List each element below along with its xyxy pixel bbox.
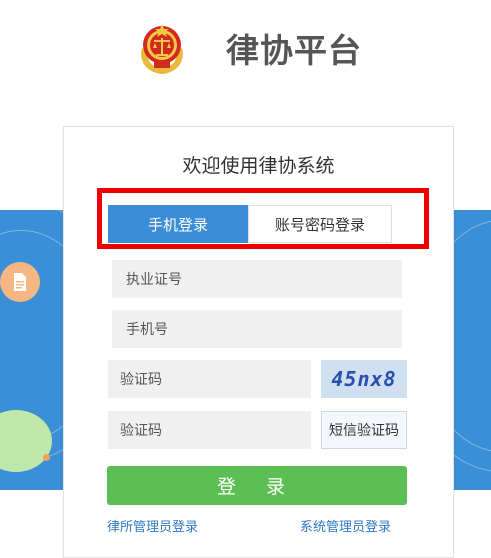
app-title: 律协平台 [226, 31, 362, 70]
decor-dot [43, 454, 50, 461]
tab-phone-login[interactable]: 手机登录 [108, 205, 248, 243]
sms-code-input[interactable]: 验证码 [108, 411, 311, 449]
tab-account-login[interactable]: 账号密码登录 [248, 205, 392, 243]
document-icon [0, 262, 40, 302]
header: 律协平台 [0, 0, 491, 95]
phone-input[interactable]: 手机号 [112, 310, 402, 348]
login-button[interactable]: 登 录 [107, 466, 407, 505]
captcha-image[interactable]: 45nx8 [321, 360, 407, 398]
welcome-text: 欢迎使用律协系统 [182, 155, 335, 177]
firm-admin-login-link[interactable]: 律所管理员登录 [107, 516, 198, 535]
sms-code-button[interactable]: 短信验证码 [321, 411, 407, 449]
license-number-input[interactable]: 执业证号 [112, 260, 402, 298]
system-admin-login-link[interactable]: 系统管理员登录 [300, 516, 391, 535]
court-emblem-icon [141, 24, 183, 74]
captcha-input[interactable]: 验证码 [108, 360, 311, 398]
